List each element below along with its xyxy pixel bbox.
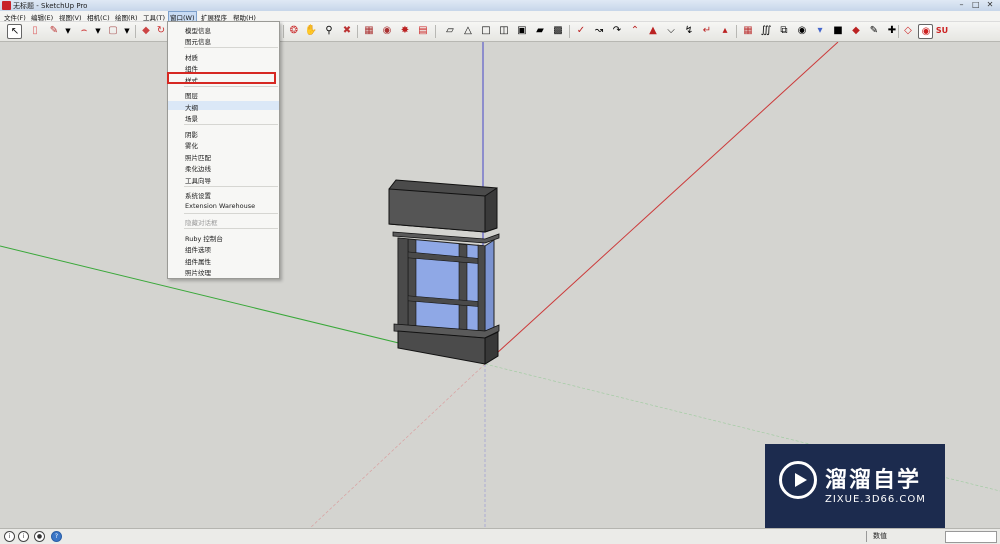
- arc-tool-icon[interactable]: ⌢: [77, 24, 91, 38]
- pencil-tool-icon[interactable]: ✎: [47, 24, 61, 38]
- menu-item-scenes[interactable]: 场景: [168, 112, 279, 123]
- rectangle-dropdown-icon[interactable]: ▼: [120, 24, 134, 38]
- watermark-title: 溜溜自学: [825, 468, 922, 493]
- su-style-icon[interactable]: ◉: [918, 24, 933, 39]
- menu-item-soften-edges[interactable]: 柔化边线: [168, 162, 279, 173]
- menu-item-fog[interactable]: 雾化: [168, 139, 279, 150]
- zoom-tool-icon[interactable]: ⚲: [322, 24, 336, 38]
- xray-icon[interactable]: ▩: [551, 24, 565, 38]
- pencil-dropdown-icon[interactable]: ▼: [61, 24, 75, 38]
- window-title: 无标题 - SketchUp Pro: [13, 2, 88, 10]
- menu-item-match-photo[interactable]: 照片匹配: [168, 151, 279, 162]
- menu-item-materials[interactable]: 材质: [168, 51, 279, 62]
- red-axis-dotted: [309, 363, 486, 528]
- menu-item-component-attributes[interactable]: 组件属性: [168, 255, 279, 266]
- menu-camera[interactable]: 相机(C): [86, 12, 111, 22]
- minimize-icon[interactable]: –: [956, 0, 968, 9]
- push-pull-tool-icon[interactable]: ◆: [139, 24, 153, 38]
- menu-view[interactable]: 视图(V): [58, 12, 83, 22]
- layers-icon[interactable]: ⧉: [777, 24, 791, 38]
- back-view-icon[interactable]: ▣: [515, 24, 529, 38]
- window-model[interactable]: [388, 179, 500, 365]
- main-toolbar: ↖ ▯ ✎ ▼ ⌢ ▼ ▢ ▼ ◆ ↻ ❂ ✋ ⚲ ✖ ▦ ◉ ✸ ▤ ▱ △ …: [0, 22, 1000, 42]
- ruby-icon[interactable]: ◇: [901, 24, 915, 38]
- window-menu-dropdown: 模型信息 图元信息 材质 组件 样式 图层 大纲 场景 阴影 雾化 照片匹配 柔…: [167, 21, 280, 279]
- flip-icon[interactable]: ▲: [646, 24, 660, 38]
- play-logo-icon: [779, 461, 817, 499]
- menu-item-layers[interactable]: 图层: [168, 89, 279, 100]
- left-view-icon[interactable]: ▰: [533, 24, 547, 38]
- menu-item-ruby-console[interactable]: Ruby 控制台: [168, 232, 279, 243]
- sketchup-app-icon: [2, 1, 11, 10]
- menu-bar: 文件(F) 编辑(E) 视图(V) 相机(C) 绘图(R) 工具(T) 窗口(W…: [0, 11, 1000, 23]
- watermark-url: ZIXUE.3D66.COM: [825, 494, 926, 505]
- offset-icon[interactable]: ↷: [610, 24, 624, 38]
- axes-icon[interactable]: ▦: [741, 24, 755, 38]
- menu-item-preferences[interactable]: 系统设置: [168, 189, 279, 200]
- menu-edit[interactable]: 编辑(E): [30, 12, 54, 22]
- select-tool-icon[interactable]: ↖: [7, 24, 22, 39]
- close-icon[interactable]: ✕: [984, 0, 996, 9]
- components-icon[interactable]: ◉: [380, 24, 394, 38]
- menu-item-shadows[interactable]: 阴影: [168, 128, 279, 139]
- extension-icon[interactable]: ✸: [398, 24, 412, 38]
- pan-tool-icon[interactable]: ✋: [304, 24, 318, 38]
- watermark-badge: 溜溜自学 ZIXUE.3D66.COM: [765, 444, 945, 528]
- look-around-icon[interactable]: ■: [831, 24, 845, 38]
- dimension-icon[interactable]: ↵: [700, 24, 714, 38]
- share-icon[interactable]: ▤: [416, 24, 430, 38]
- menu-draw[interactable]: 绘图(R): [114, 12, 139, 22]
- position-camera-icon[interactable]: ◆: [849, 24, 863, 38]
- zoom-extents-icon[interactable]: ✖: [340, 24, 354, 38]
- menu-item-outliner[interactable]: 大纲: [168, 101, 279, 112]
- menu-item-photo-textures[interactable]: 照片纹理: [168, 266, 279, 277]
- front-view-icon[interactable]: □: [479, 24, 493, 38]
- top-view-icon[interactable]: △: [461, 24, 475, 38]
- arc-dropdown-icon[interactable]: ▼: [91, 24, 105, 38]
- menu-item-extension-warehouse[interactable]: Extension Warehouse: [168, 201, 279, 210]
- menu-item-instructor[interactable]: 工具向导: [168, 174, 279, 185]
- maximize-icon[interactable]: □: [970, 0, 982, 9]
- menu-item-component-options[interactable]: 组件选项: [168, 243, 279, 254]
- walk-icon[interactable]: ▾: [813, 24, 827, 38]
- geo-location-icon[interactable]: i: [4, 531, 15, 542]
- scale-icon[interactable]: ⌃: [628, 24, 642, 38]
- protractor-icon[interactable]: ↯: [682, 24, 696, 38]
- rotate-tool-icon[interactable]: ↻: [154, 24, 168, 38]
- measurements-input[interactable]: [945, 531, 997, 543]
- 3d-text-icon[interactable]: ∭: [759, 24, 773, 38]
- menu-tools[interactable]: 工具(T): [142, 12, 166, 22]
- iso-view-icon[interactable]: ▱: [443, 24, 457, 38]
- rectangle-tool-icon[interactable]: ▢: [106, 24, 120, 38]
- styles-highlight-box: [167, 72, 276, 84]
- menu-item-model-info[interactable]: 模型信息: [168, 24, 279, 35]
- menu-file[interactable]: 文件(F): [3, 12, 27, 22]
- user-icon[interactable]: ●: [34, 531, 45, 542]
- solid-tools-icon[interactable]: ✎: [867, 24, 881, 38]
- window-controls: – □ ✕: [956, 0, 996, 9]
- su-logo-icon[interactable]: SU: [935, 24, 949, 38]
- warehouse-icon[interactable]: ▦: [362, 24, 376, 38]
- eraser-tool-icon[interactable]: ▯: [28, 24, 42, 38]
- orbit-tool-icon[interactable]: ❂: [287, 24, 301, 38]
- sandbox-icon[interactable]: ✚: [885, 24, 899, 38]
- measurements-label: 数值: [866, 531, 949, 542]
- red-axis-line: [484, 42, 839, 365]
- help-icon[interactable]: ?: [51, 531, 62, 542]
- tape-measure-icon[interactable]: ⌵: [664, 24, 678, 38]
- follow-me-icon[interactable]: ↝: [592, 24, 606, 38]
- text-icon[interactable]: ▴: [718, 24, 732, 38]
- menu-item-components[interactable]: 组件: [168, 62, 279, 73]
- menu-item-entity-info[interactable]: 图元信息: [168, 35, 279, 46]
- status-bar: i i ● ? 数值: [0, 528, 1000, 544]
- menu-item-hide-dialogs: 隐藏对话框: [185, 219, 218, 227]
- section-plane-icon[interactable]: ✓: [574, 24, 588, 38]
- right-view-icon[interactable]: ◫: [497, 24, 511, 38]
- credits-icon[interactable]: i: [18, 531, 29, 542]
- paint-bucket-icon[interactable]: ◉: [795, 24, 809, 38]
